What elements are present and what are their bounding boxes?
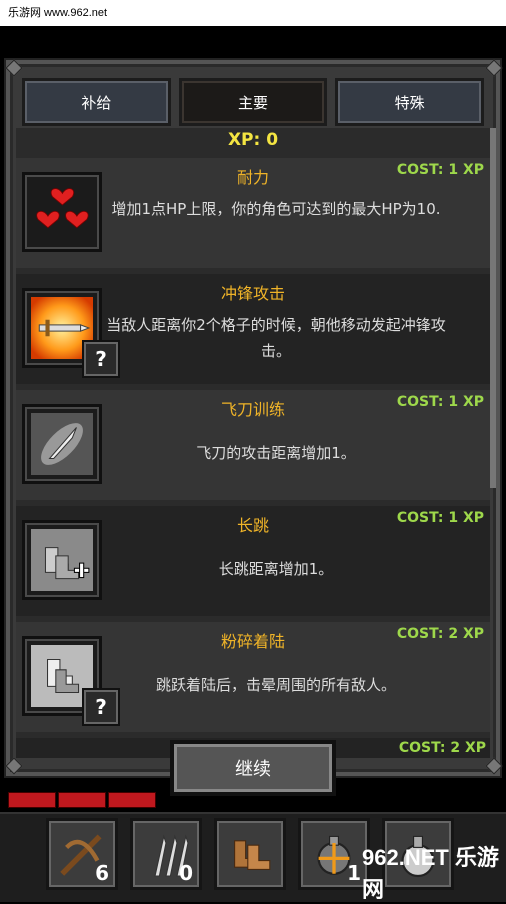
hearts-icon — [22, 172, 102, 252]
item-count: 6 — [95, 861, 109, 885]
skill-item-long-jump[interactable]: 长跳 COST: 1 XP 长跳距离增加1。 — [16, 506, 490, 616]
skill-cost: COST: 1 XP — [396, 394, 484, 410]
skill-item-crushing-landing[interactable]: 粉碎着陆 COST: 2 XP ? 跳跃着陆后，击晕周围的所有敌人。 — [16, 622, 490, 732]
skill-item-stamina[interactable]: 耐力 COST: 1 XP 增加1点HP上限，你的角色可达到的最大HP为10. — [16, 158, 490, 268]
scrollbar[interactable] — [490, 128, 496, 488]
skill-description: 增加1点HP上限，你的角色可达到的最大HP为10. — [111, 200, 441, 218]
skill-cost: COST: 1 XP — [396, 162, 484, 178]
skill-list[interactable]: 耐力 COST: 1 XP 增加1点HP上限，你的角色可达到的最大HP为10. … — [16, 128, 490, 758]
hotbar-slot-bomb[interactable]: 1 — [298, 818, 370, 890]
health-segment — [58, 792, 106, 808]
boots-plus-icon — [22, 520, 102, 600]
hotbar-slot-knives[interactable]: 0 — [130, 818, 202, 890]
boots-icon — [234, 840, 271, 870]
continue-button[interactable]: 继续 — [170, 740, 336, 796]
skill-description: 飞刀的攻击距离增加1。 — [196, 444, 356, 462]
skill-cost: COST: 1 XP — [396, 510, 484, 526]
skill-description: 当敌人距离你2个格子的时候，朝他移动发起冲锋攻击。 — [106, 316, 446, 360]
health-segment — [8, 792, 56, 808]
health-segment — [108, 792, 156, 808]
throwing-knife-icon — [22, 404, 102, 484]
item-count: 1 — [347, 861, 361, 885]
tab-bar: 补给 主要 特殊 — [22, 78, 485, 126]
skill-cost: COST: 2 XP — [398, 740, 486, 756]
hotbar-slot-boots[interactable] — [214, 818, 286, 890]
tab-special[interactable]: 特殊 — [335, 78, 485, 126]
skill-description: 跳跃着陆后，击晕周围的所有敌人。 — [155, 676, 396, 694]
watermark-logo: 962.NET 乐游网 — [362, 845, 499, 902]
hotbar-slot-crossbow[interactable]: 6 — [46, 818, 118, 890]
xp-counter: XP: 0 — [227, 130, 279, 150]
skill-item-knife-training[interactable]: 飞刀训练 COST: 1 XP 飞刀的攻击距离增加1。 — [16, 390, 490, 500]
skill-description: 长跳距离增加1。 — [218, 560, 334, 578]
skill-cost: COST: 2 XP — [396, 626, 484, 642]
watermark-top: 乐游网 www.962.net — [0, 0, 506, 26]
tab-supply[interactable]: 补给 — [22, 78, 171, 126]
skill-item-charge[interactable]: 冲锋攻击 ? 当敌人距离你2个格子的时候，朝他移动发起冲锋攻击。 — [16, 274, 490, 384]
item-count: 0 — [179, 861, 193, 885]
tab-main[interactable]: 主要 — [178, 78, 328, 126]
